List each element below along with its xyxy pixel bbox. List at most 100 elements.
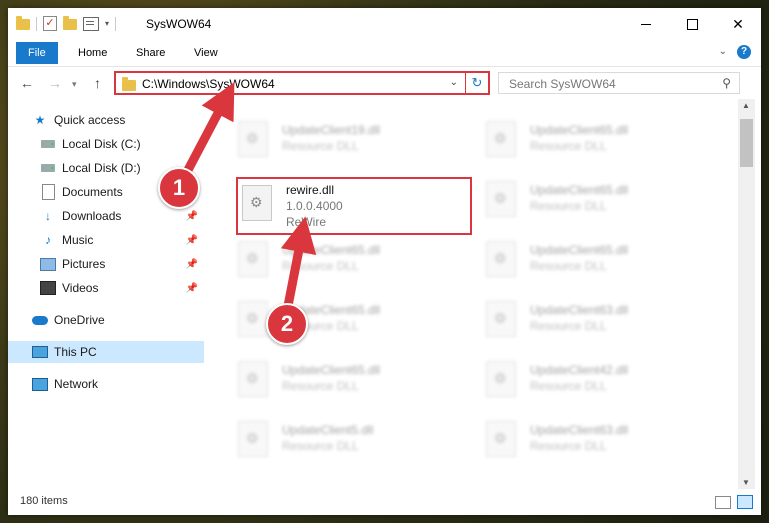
recent-locations-icon[interactable]: ▾ <box>72 79 77 90</box>
sidebar-item-label: OneDrive <box>54 313 105 327</box>
computer-icon <box>32 345 48 359</box>
minimize-icon <box>641 23 651 25</box>
status-bar: 180 items <box>8 489 761 515</box>
address-bar[interactable]: C:\Windows\SysWOW64 ⌄ ↻ <box>114 71 490 95</box>
address-dropdown-icon[interactable]: ⌄ <box>450 77 458 88</box>
large-icons-view-icon[interactable] <box>737 495 753 509</box>
tab-home[interactable]: Home <box>64 42 121 64</box>
file-name: UpdateClient63.dll <box>530 423 629 437</box>
file-type: Resource DLL <box>282 379 359 393</box>
sidebar-item-label: Downloads <box>62 209 122 223</box>
file-type: Resource DLL <box>530 199 607 213</box>
close-icon: ✕ <box>732 15 744 32</box>
forward-arrow-icon[interactable]: → <box>48 75 62 91</box>
folder-icon <box>122 77 136 91</box>
help-icon[interactable]: ? <box>737 45 751 59</box>
highlighted-file-rewire[interactable]: rewire.dll 1.0.0.4000 ReWire <box>236 177 472 235</box>
customize-toolbar-icon[interactable]: ▾ <box>105 19 109 28</box>
pin-icon[interactable]: 📌 <box>186 211 198 222</box>
close-button[interactable]: ✕ <box>715 8 761 40</box>
properties-check-icon[interactable]: ✓ <box>43 16 57 31</box>
list-item[interactable]: UpdateClient65.dll Resource DLL <box>234 353 464 405</box>
tab-view[interactable]: View <box>180 42 232 64</box>
file-name: UpdateClient65.dll <box>282 363 381 377</box>
vertical-scrollbar[interactable]: ▲ ▼ <box>738 99 755 489</box>
ribbon: File Home Share View ⌄ ? <box>8 40 761 67</box>
list-item[interactable]: UpdateClient65.dll Resource DLL <box>482 173 712 225</box>
sidebar-item-quick-access[interactable]: ★ Quick access <box>8 109 204 131</box>
sidebar-item-this-pc[interactable]: This PC <box>8 341 204 363</box>
scroll-up-icon[interactable]: ▲ <box>742 101 750 110</box>
pin-icon[interactable]: 📌 <box>186 259 198 270</box>
dll-file-icon <box>486 421 516 457</box>
search-placeholder: Search SysWOW64 <box>509 77 616 91</box>
list-item[interactable]: UpdateClient65.dll Resource DLL <box>482 233 712 285</box>
file-name: UpdateClient63.dll <box>530 303 629 317</box>
file-type: Resource DLL <box>530 139 607 153</box>
address-path[interactable]: C:\Windows\SysWOW64 <box>142 77 275 91</box>
minimize-button[interactable] <box>623 8 669 40</box>
network-icon <box>32 377 48 391</box>
sidebar-item-network[interactable]: Network <box>8 373 204 395</box>
refresh-icon[interactable]: ↻ <box>465 73 488 93</box>
list-item[interactable]: UpdateClient19.dll Resource DLL <box>234 113 464 165</box>
sidebar-item-music[interactable]: ♪ Music 📌 <box>8 229 204 251</box>
item-count: 180 items <box>20 495 68 507</box>
scroll-down-icon[interactable]: ▼ <box>742 478 750 487</box>
sidebar-item-label: Videos <box>62 281 99 295</box>
navigation-pane: ★ Quick access Local Disk (C:) Local Dis… <box>8 99 204 489</box>
folder-icon <box>16 16 30 30</box>
sidebar-item-pictures[interactable]: Pictures 📌 <box>8 253 204 275</box>
file-name: UpdateClient19.dll <box>282 123 381 137</box>
file-name: rewire.dll <box>286 183 335 197</box>
tab-file[interactable]: File <box>16 42 58 64</box>
list-item[interactable]: UpdateClient42.dll Resource DLL <box>482 353 712 405</box>
sidebar-item-label: Pictures <box>62 257 106 271</box>
sidebar-item-local-disk-c[interactable]: Local Disk (C:) <box>8 133 204 155</box>
sidebar-item-label: Documents <box>62 185 123 199</box>
up-arrow-icon[interactable]: ↑ <box>94 75 101 91</box>
properties-icon[interactable] <box>83 16 99 31</box>
search-input[interactable]: Search SysWOW64 ⚲ <box>498 72 740 94</box>
window-title: SysWOW64 <box>146 17 212 31</box>
details-view-icon[interactable] <box>715 496 731 509</box>
pin-icon[interactable]: 📌 <box>186 283 198 294</box>
file-version: 1.0.0.4000 <box>286 199 343 213</box>
dll-file-icon <box>238 421 268 457</box>
tab-share[interactable]: Share <box>122 42 179 64</box>
list-item[interactable]: UpdateClient63.dll Resource DLL <box>482 293 712 345</box>
list-item[interactable]: UpdateClient65.dll Resource DLL <box>482 113 712 165</box>
sidebar-item-onedrive[interactable]: OneDrive <box>8 309 204 331</box>
dll-file-icon <box>238 241 268 277</box>
search-icon[interactable]: ⚲ <box>722 76 731 90</box>
sidebar-item-label: This PC <box>54 345 97 359</box>
list-item[interactable]: UpdateClient63.dll Resource DLL <box>482 413 712 465</box>
scroll-thumb[interactable] <box>740 119 753 167</box>
disk-icon <box>40 161 56 175</box>
explorer-window: ✓ ▾ SysWOW64 ✕ File Home Share View ⌄ ? … <box>8 8 761 515</box>
file-type: Resource DLL <box>530 259 607 273</box>
new-folder-icon[interactable] <box>63 16 77 30</box>
download-icon: ↓ <box>45 209 51 223</box>
sidebar-item-label: Network <box>54 377 99 391</box>
sidebar-item-label: Local Disk (C:) <box>62 137 141 151</box>
dll-file-icon <box>486 301 516 337</box>
dll-file-icon <box>486 241 516 277</box>
title-bar: ✓ ▾ SysWOW64 ✕ <box>8 8 761 40</box>
pin-icon[interactable]: 📌 <box>186 235 198 246</box>
sidebar-item-videos[interactable]: Videos 📌 <box>8 277 204 299</box>
video-icon <box>40 281 56 295</box>
list-item[interactable]: UpdateClient65.dll Resource DLL <box>234 233 464 285</box>
file-type: Resource DLL <box>530 319 607 333</box>
disk-icon <box>40 137 56 151</box>
dll-file-icon <box>242 185 272 221</box>
file-type: Resource DLL <box>530 379 607 393</box>
dll-file-icon <box>486 121 516 157</box>
maximize-button[interactable] <box>669 8 715 40</box>
file-name: UpdateClient65.dll <box>530 183 629 197</box>
list-item[interactable]: UpdateClient5.dll Resource DLL <box>234 413 464 465</box>
dll-file-icon <box>486 181 516 217</box>
expand-ribbon-icon[interactable]: ⌄ <box>719 46 727 57</box>
back-arrow-icon[interactable]: ← <box>20 75 34 91</box>
file-name: UpdateClient65.dll <box>530 123 629 137</box>
